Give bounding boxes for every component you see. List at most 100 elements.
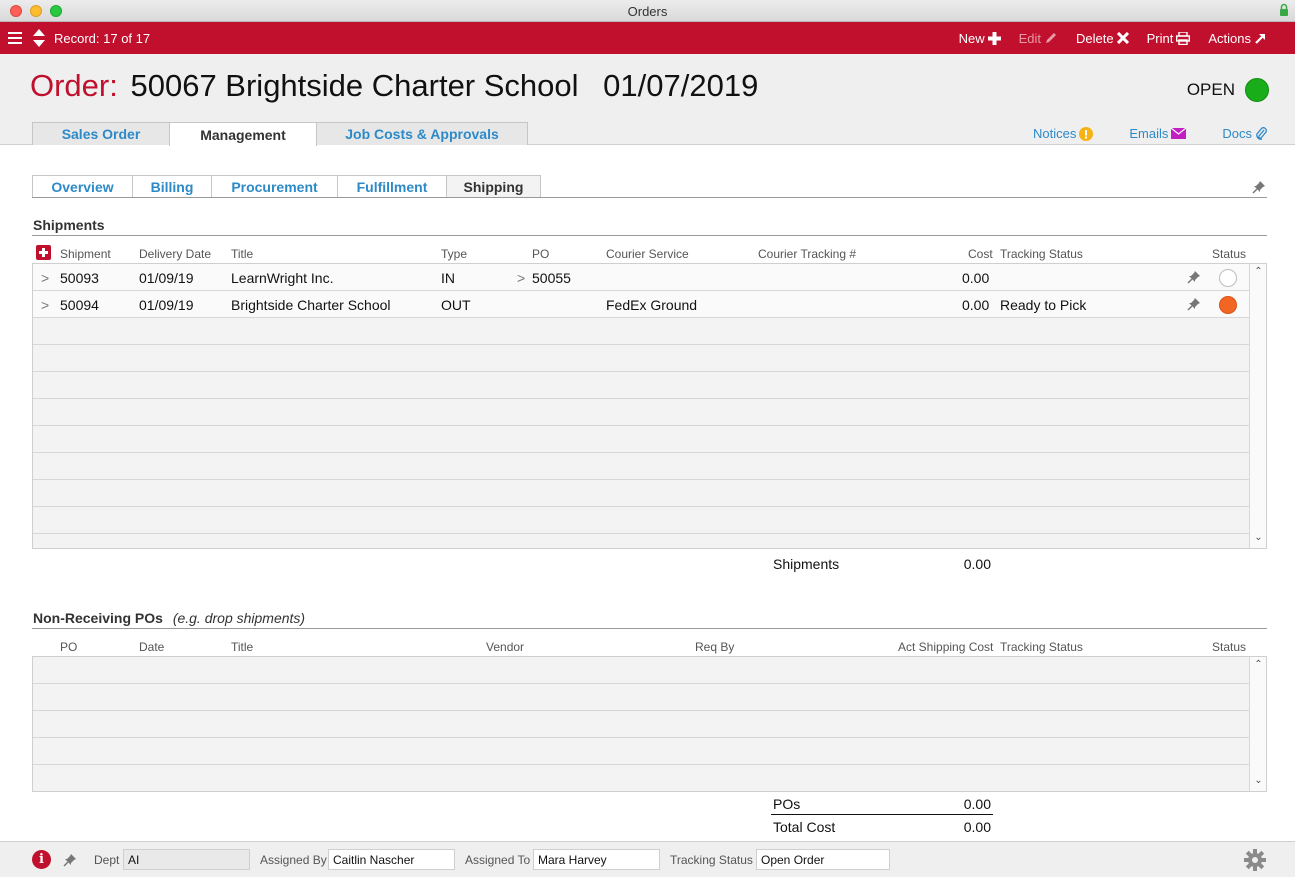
tab-management[interactable]: Management (169, 122, 317, 146)
pin-icon[interactable] (1187, 297, 1201, 311)
emails-link[interactable]: Emails (1129, 126, 1187, 141)
assigned-by-field[interactable]: Caitlin Nascher (328, 849, 455, 870)
cell-shipment: 50093 (60, 270, 99, 286)
edit-button-label: Edit (1018, 30, 1042, 46)
row-expand-arrow[interactable]: > (41, 270, 49, 286)
subtab-fulfillment[interactable]: Fulfillment (337, 175, 447, 198)
docs-link[interactable]: Docs (1222, 126, 1267, 141)
col-head-type[interactable]: Type (441, 247, 467, 261)
order-status-label: OPEN (1186, 80, 1235, 99)
table-row (33, 318, 1249, 345)
scroll-down-icon[interactable]: ⌄ (1250, 775, 1267, 789)
actions-button[interactable]: Actions (1208, 31, 1267, 46)
arrow-out-icon (1255, 33, 1265, 44)
scroll-up-icon[interactable]: ⌃ (1250, 659, 1267, 673)
non-receiving-scrollbar[interactable]: ⌃ ⌄ (1249, 657, 1266, 791)
lock-icon[interactable] (1279, 3, 1289, 17)
status-open-indicator (1245, 78, 1269, 102)
assigned-to-label: Assigned To (465, 853, 531, 867)
record-toolbar: Record: 17 of 17 New Edit Delete Print A… (0, 22, 1295, 54)
table-row (33, 711, 1249, 738)
envelope-icon (1171, 128, 1187, 139)
col-head-courier-service[interactable]: Courier Service (606, 247, 689, 261)
menu-icon[interactable] (8, 31, 22, 45)
col-head-status[interactable]: Status (1212, 247, 1246, 261)
col-head-title[interactable]: Title (231, 247, 253, 261)
shipments-total-value: 0.00 (963, 556, 991, 572)
col-head-tracking-status[interactable]: Tracking Status (1000, 640, 1083, 654)
order-label: Order: (30, 68, 118, 103)
assigned-to-field[interactable]: Mara Harvey (533, 849, 660, 870)
sub-tabs: Overview Billing Procurement Fulfillment… (32, 175, 541, 198)
pin-icon[interactable] (1252, 180, 1266, 194)
delete-button-label: Delete (1076, 30, 1114, 46)
table-row (33, 345, 1249, 372)
cell-delivery-date: 01/09/19 (139, 297, 194, 313)
table-row[interactable]: > 50094 01/09/19 Brightside Charter Scho… (33, 291, 1249, 318)
tracking-status-field[interactable]: Open Order (756, 849, 890, 870)
tab-sales-order[interactable]: Sales Order (32, 122, 170, 145)
tab-job-costs-approvals[interactable]: Job Costs & Approvals (316, 122, 528, 145)
table-row (33, 738, 1249, 765)
print-button[interactable]: Print (1147, 31, 1191, 46)
col-head-title[interactable]: Title (231, 640, 253, 654)
scroll-down-icon[interactable]: ⌄ (1250, 532, 1267, 546)
non-receiving-divider (32, 628, 1267, 629)
non-receiving-title: Non-Receiving POs (e.g. drop shipments) (33, 610, 305, 626)
subtab-shipping[interactable]: Shipping (446, 175, 541, 198)
col-head-vendor[interactable]: Vendor (486, 640, 524, 654)
subtab-procurement[interactable]: Procurement (211, 175, 338, 198)
shipments-divider (32, 235, 1267, 236)
col-head-shipment[interactable]: Shipment (60, 247, 111, 261)
table-row (33, 684, 1249, 711)
plus-icon (987, 31, 1001, 45)
actions-button-label: Actions (1208, 30, 1251, 46)
table-row (33, 426, 1249, 453)
table-row (33, 399, 1249, 426)
row-expand-arrow[interactable]: > (41, 297, 49, 313)
paperclip-icon (1256, 126, 1267, 140)
order-status[interactable]: OPEN (1187, 78, 1269, 102)
notices-link[interactable]: Notices (1033, 126, 1094, 141)
gear-icon[interactable] (1244, 849, 1266, 871)
print-button-label: Print (1146, 30, 1174, 46)
col-head-tracking-status[interactable]: Tracking Status (1000, 247, 1083, 261)
record-navigation-icon[interactable] (32, 28, 46, 48)
table-row (33, 372, 1249, 399)
cell-po[interactable]: 50055 (532, 270, 571, 286)
shipments-scrollbar[interactable]: ⌃ ⌄ (1249, 264, 1266, 548)
cell-type: OUT (441, 297, 471, 313)
col-head-date[interactable]: Date (139, 640, 164, 654)
status-indicator[interactable] (1219, 269, 1237, 287)
subtab-billing[interactable]: Billing (132, 175, 212, 198)
col-head-status[interactable]: Status (1212, 640, 1246, 654)
col-head-req-by[interactable]: Req By (695, 640, 734, 654)
col-head-delivery-date[interactable]: Delivery Date (139, 247, 211, 261)
col-head-po[interactable]: PO (532, 247, 549, 261)
dept-field[interactable]: AI (123, 849, 250, 870)
edit-button[interactable]: Edit (1019, 31, 1058, 46)
col-head-act-shipping-cost[interactable]: Act Shipping Cost (898, 640, 993, 654)
subtab-overview[interactable]: Overview (32, 175, 133, 198)
new-button[interactable]: New (959, 31, 1001, 46)
table-row[interactable]: > 50093 01/09/19 LearnWright Inc. IN > 5… (33, 264, 1249, 291)
status-indicator[interactable] (1219, 296, 1237, 314)
pos-total-label: POs (773, 796, 801, 812)
order-title: Order: 50067 Brightside Charter School 0… (30, 68, 758, 104)
po-link-arrow[interactable]: > (517, 270, 525, 286)
window-title: Orders (627, 4, 668, 19)
add-shipment-icon[interactable] (36, 245, 51, 260)
scroll-up-icon[interactable]: ⌃ (1250, 266, 1267, 280)
col-head-po[interactable]: PO (60, 640, 77, 654)
cell-courier-service: FedEx Ground (606, 297, 698, 313)
info-icon[interactable]: i (32, 850, 51, 869)
col-head-courier-tracking[interactable]: Courier Tracking # (758, 247, 856, 261)
x-icon (1116, 32, 1129, 44)
shipments-title: Shipments (33, 217, 105, 233)
pin-icon[interactable] (1187, 270, 1201, 284)
delete-button[interactable]: Delete (1076, 31, 1129, 46)
printer-icon (1176, 31, 1191, 45)
col-head-cost[interactable]: Cost (968, 247, 993, 261)
cell-tracking-status: Ready to Pick (1000, 297, 1087, 313)
pin-icon[interactable] (63, 853, 77, 867)
